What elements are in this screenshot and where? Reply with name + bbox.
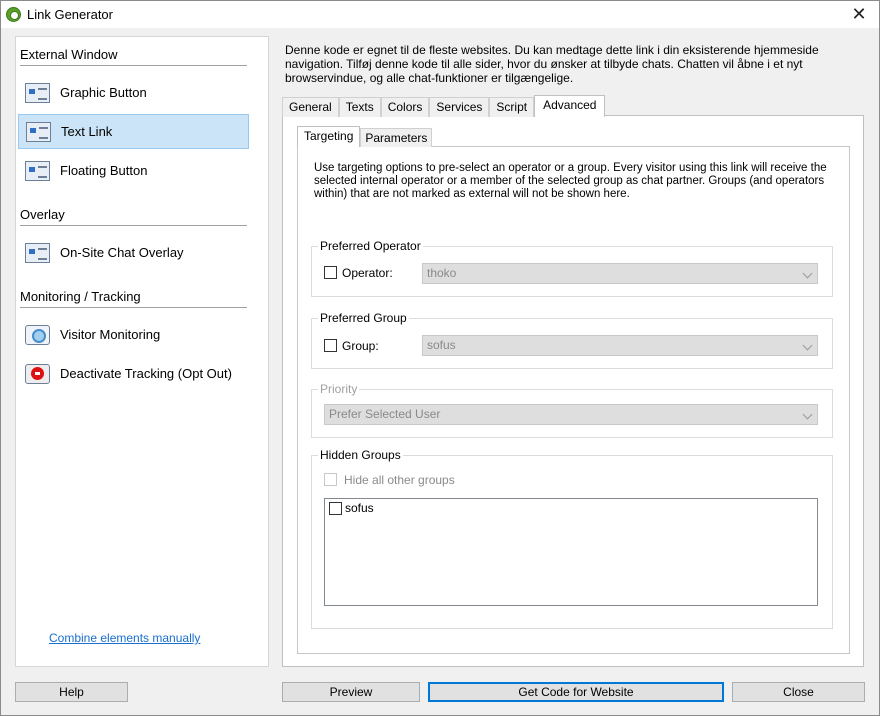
- tab-texts[interactable]: Texts: [338, 97, 381, 117]
- tab-colors[interactable]: Colors: [380, 97, 430, 117]
- close-window-icon[interactable]: ✕: [839, 1, 879, 27]
- title-bar: Link Generator ✕: [1, 1, 879, 28]
- graphic-button-icon: [25, 82, 50, 103]
- chevron-down-icon: [802, 340, 813, 351]
- preview-button[interactable]: Preview: [282, 682, 420, 702]
- sidebar-item-label: Text Link: [61, 124, 113, 139]
- groupbox-title: Preferred Operator: [318, 239, 423, 253]
- help-button[interactable]: Help: [15, 682, 128, 702]
- hidden-group-label: sofus: [345, 501, 374, 515]
- group-select[interactable]: sofus: [422, 335, 818, 356]
- section-divider: [20, 307, 247, 308]
- visitor-monitoring-icon: [25, 324, 50, 345]
- chevron-down-icon: [802, 409, 813, 420]
- sidebar-item-graphic-button[interactable]: Graphic Button: [18, 75, 249, 110]
- sidebar-item-text-link[interactable]: Text Link: [18, 114, 249, 149]
- sidebar-item-label: On-Site Chat Overlay: [60, 245, 184, 260]
- group-label: Group:: [342, 339, 379, 353]
- tab-services[interactable]: Services: [429, 97, 490, 117]
- sidebar-item-label: Visitor Monitoring: [60, 327, 161, 342]
- priority-select-value: Prefer Selected User: [329, 407, 441, 421]
- sidebar-item-floating-button[interactable]: Floating Button: [18, 153, 249, 188]
- section-title-monitoring: Monitoring / Tracking: [20, 289, 141, 304]
- sidebar-item-chat-overlay[interactable]: On-Site Chat Overlay: [18, 235, 249, 270]
- hide-all-checkbox: [324, 473, 337, 486]
- hide-all-label: Hide all other groups: [344, 473, 455, 487]
- operator-checkbox[interactable]: [324, 266, 337, 279]
- operator-label: Operator:: [342, 266, 393, 280]
- tab-general[interactable]: General: [282, 97, 339, 117]
- sidebar-item-label: Graphic Button: [60, 85, 147, 100]
- group-checkbox[interactable]: [324, 339, 337, 352]
- chat-overlay-icon: [25, 242, 50, 263]
- app-logo-icon: [6, 7, 21, 22]
- subtab-parameters[interactable]: Parameters: [360, 128, 433, 147]
- text-link-icon: [26, 121, 51, 142]
- sidebar-item-opt-out[interactable]: Deactivate Tracking (Opt Out): [18, 356, 249, 391]
- sidebar-item-label: Deactivate Tracking (Opt Out): [60, 366, 232, 381]
- group-select-value: sofus: [427, 338, 456, 352]
- targeting-intro: Use targeting options to pre-select an o…: [314, 162, 827, 200]
- chevron-down-icon: [802, 268, 813, 279]
- tab-script[interactable]: Script: [489, 97, 535, 117]
- sidebar-item-label: Floating Button: [60, 163, 148, 178]
- groupbox-title: Priority: [318, 382, 360, 396]
- groupbox-title: Hidden Groups: [318, 448, 403, 462]
- hidden-groups-list[interactable]: sofus: [324, 498, 818, 606]
- floating-button-icon: [25, 160, 50, 181]
- description-text: Denne kode er egnet til de fleste websit…: [285, 43, 819, 85]
- opt-out-icon: [25, 363, 50, 384]
- link-generator-window: Link Generator ✕ External Window Graphic…: [0, 0, 880, 716]
- priority-select: Prefer Selected User: [324, 404, 818, 425]
- sidebar: External Window Graphic Button Text Link…: [15, 36, 269, 667]
- sub-tabs: Targeting Parameters: [297, 126, 433, 147]
- groupbox-title: Preferred Group: [318, 311, 409, 325]
- subtab-targeting[interactable]: Targeting: [297, 126, 361, 147]
- main-tabs: General Texts Colors Services Script Adv…: [282, 95, 606, 117]
- section-title-external-window: External Window: [20, 47, 118, 62]
- section-title-overlay: Overlay: [20, 207, 65, 222]
- sidebar-item-visitor-monitoring[interactable]: Visitor Monitoring: [18, 317, 249, 352]
- tab-advanced[interactable]: Advanced: [534, 95, 606, 117]
- operator-select[interactable]: thoko: [422, 263, 818, 284]
- close-button[interactable]: Close: [732, 682, 865, 702]
- get-code-button[interactable]: Get Code for Website: [428, 682, 724, 702]
- operator-select-value: thoko: [427, 266, 457, 280]
- hidden-group-checkbox[interactable]: [329, 502, 342, 515]
- section-divider: [20, 65, 247, 66]
- combine-elements-link[interactable]: Combine elements manually: [49, 631, 200, 645]
- window-title: Link Generator: [27, 7, 113, 22]
- section-divider: [20, 225, 247, 226]
